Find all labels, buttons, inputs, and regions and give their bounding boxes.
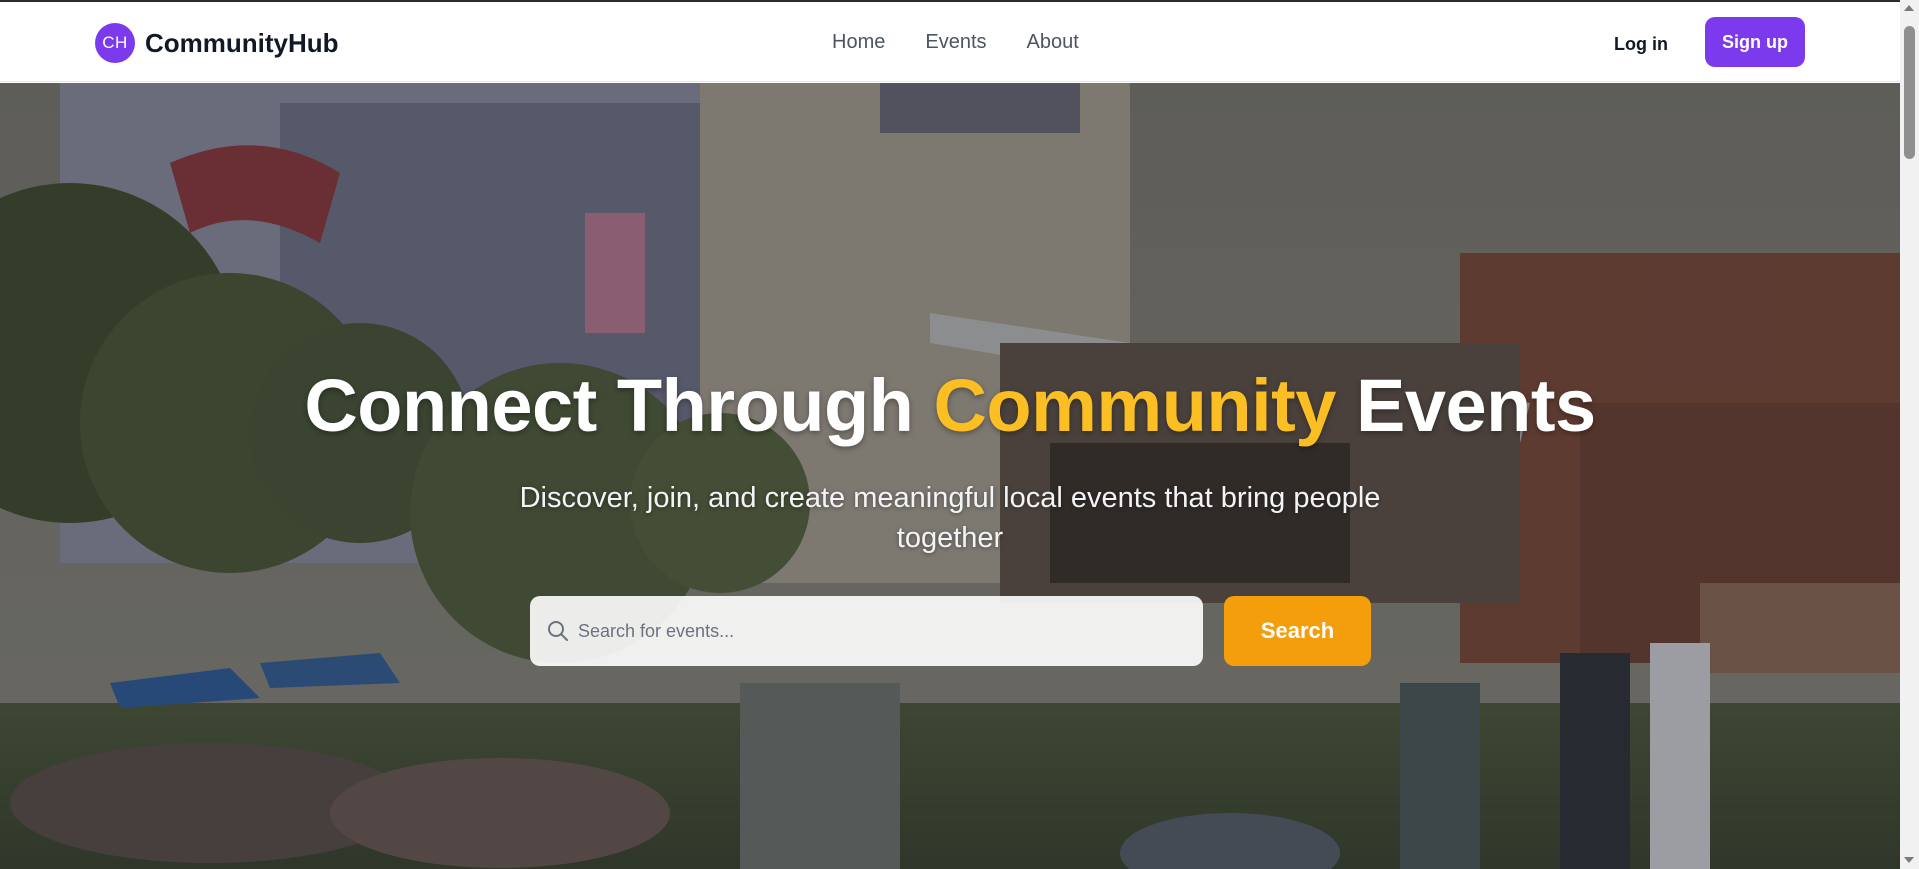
- hero-overlay: [0, 83, 1900, 869]
- nav-link-about[interactable]: About: [1027, 31, 1079, 54]
- scroll-up-arrow-icon[interactable]: [1904, 5, 1914, 11]
- page-scrollbar[interactable]: [1900, 0, 1919, 869]
- hero-title-accent: Community: [933, 364, 1336, 447]
- scroll-thumb[interactable]: [1904, 26, 1915, 159]
- brand[interactable]: CH CommunityHub: [95, 23, 339, 63]
- nav-link-events[interactable]: Events: [925, 31, 986, 54]
- search-button[interactable]: Search: [1224, 596, 1371, 666]
- page: CH CommunityHub Home Events About Log in…: [0, 0, 1900, 869]
- hero-subtitle: Discover, join, and create meaningful lo…: [519, 482, 1381, 554]
- navbar: CH CommunityHub Home Events About Log in…: [0, 2, 1900, 82]
- scroll-down-arrow-icon[interactable]: [1904, 857, 1914, 863]
- hero-title: Connect Through Community Events: [0, 363, 1900, 448]
- brand-name: CommunityHub: [145, 27, 339, 58]
- search-bar: [530, 596, 1203, 666]
- main-nav: Home Events About: [832, 31, 1079, 54]
- search-input[interactable]: [578, 596, 1188, 666]
- brand-logo: CH: [95, 23, 135, 63]
- hero-title-part2: Events: [1335, 364, 1596, 447]
- signup-button[interactable]: Sign up: [1705, 17, 1805, 67]
- login-link[interactable]: Log in: [1614, 34, 1668, 55]
- nav-link-home[interactable]: Home: [832, 31, 885, 54]
- search-icon: [548, 621, 568, 641]
- hero-section: Connect Through Community Events Discove…: [0, 83, 1900, 869]
- hero-title-part1: Connect Through: [304, 364, 934, 447]
